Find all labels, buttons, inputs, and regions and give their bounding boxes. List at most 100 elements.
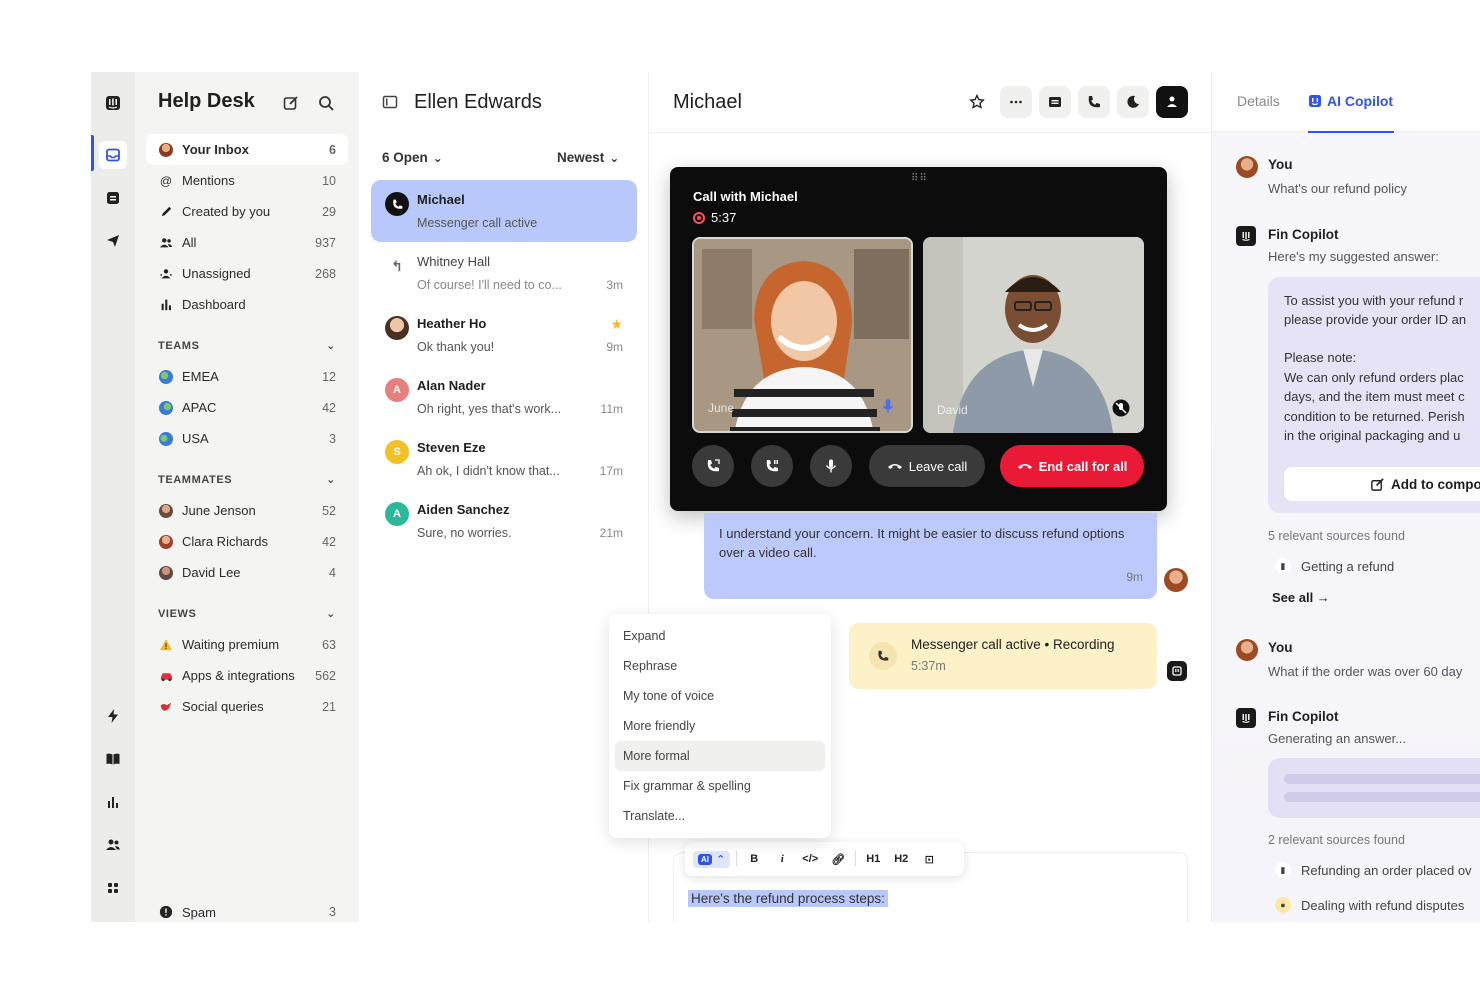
conversation-preview: Oh right, yes that's work...	[417, 402, 562, 416]
ticket-icon[interactable]	[99, 184, 127, 212]
end-call-for-all-button[interactable]: End call for all	[1000, 445, 1144, 487]
more-icon[interactable]	[1000, 86, 1032, 118]
sidebar-item-created-by-you[interactable]: Created by you 29	[146, 196, 348, 227]
source-link[interactable]: ▮ Getting a refund	[1275, 558, 1394, 574]
source-link[interactable]: ▮ Refunding an order placed ov	[1275, 862, 1472, 878]
mute-button[interactable]	[810, 445, 852, 487]
sidebar-item-team-usa[interactable]: USA 3	[146, 423, 348, 454]
conversation-preview: Ok thank you!	[417, 340, 495, 354]
menu-item-expand[interactable]: Expand	[615, 621, 825, 651]
sidebar-item-your-inbox[interactable]: Your Inbox 6	[146, 134, 348, 165]
sidebar-item-dashboard[interactable]: Dashboard	[146, 289, 348, 320]
bolt-icon[interactable]	[99, 702, 127, 730]
sidebar-item-spam[interactable]: Spam 3	[146, 898, 348, 922]
add-to-composer-button[interactable]: Add to compo	[1284, 467, 1480, 501]
heading-2-button[interactable]: H2	[890, 853, 912, 865]
apps-icon[interactable]	[99, 874, 127, 902]
section-label: TEAMS	[158, 339, 200, 352]
book-icon[interactable]	[99, 745, 127, 773]
ticket-icon[interactable]	[1039, 86, 1071, 118]
message-author: Fin Copilot	[1268, 709, 1339, 724]
conversation-item[interactable]: Michael Messenger call active	[371, 180, 637, 242]
see-all-link[interactable]: See all →	[1272, 590, 1330, 605]
search-icon[interactable]	[317, 94, 335, 112]
sidebar-item-all[interactable]: All 937	[146, 227, 348, 258]
section-teammates[interactable]: TEAMMATES ⌄	[146, 464, 348, 495]
sidebar-item-teammate[interactable]: Clara Richards 42	[146, 526, 348, 557]
section-views[interactable]: VIEWS ⌄	[146, 598, 348, 629]
source-link[interactable]: ● Dealing with refund disputes	[1275, 897, 1464, 913]
sidebar-item-mentions[interactable]: @ Mentions 10	[146, 165, 348, 196]
article-icon: ▮	[1275, 558, 1291, 574]
app-logo-icon[interactable]	[99, 89, 127, 117]
sidebar-item-label: Social queries	[182, 699, 264, 714]
code-icon[interactable]: </>	[799, 853, 821, 865]
bot-icon	[1167, 661, 1187, 681]
message-text: I understand your concern. It might be e…	[719, 526, 1125, 560]
sidebar-item-view[interactable]: Apps & integrations 562	[146, 660, 348, 691]
sidebar-item-team-emea[interactable]: EMEA 12	[146, 361, 348, 392]
composer-selected-text[interactable]: Here's the refund process steps:	[688, 890, 888, 907]
sidebar-item-teammate[interactable]: June Jenson 52	[146, 495, 348, 526]
menu-item-fix-grammar[interactable]: Fix grammar & spelling	[615, 771, 825, 801]
inbox-icon[interactable]	[99, 141, 127, 169]
conversation-item[interactable]: ↰ Whitney Hall Of course! I'll need to c…	[371, 242, 637, 304]
source-title: Refunding an order placed ov	[1301, 862, 1472, 878]
participant-name: David	[937, 403, 968, 417]
section-teams[interactable]: TEAMS ⌄	[146, 330, 348, 361]
panel-toggle-icon[interactable]	[382, 94, 398, 110]
generating-status: Generating an answer...	[1268, 731, 1407, 746]
sidebar-nav: Your Inbox 6 @ Mentions 10 Created by yo…	[146, 134, 348, 722]
menu-item-rephrase[interactable]: Rephrase	[615, 651, 825, 681]
chevron-up-icon: ⌃	[716, 853, 726, 866]
conversation-item[interactable]: A Alan Nader Oh right, yes that's work..…	[371, 366, 637, 428]
assign-icon[interactable]	[1156, 86, 1188, 118]
link-icon[interactable]: 🔗︎	[827, 853, 849, 866]
message-author: Fin Copilot	[1268, 227, 1339, 242]
fin-logo-icon	[1236, 226, 1256, 246]
conversation-list: Ellen Edwards 6 Open ⌄ Newest ⌄ Michael …	[359, 72, 649, 922]
heading-1-button[interactable]: H1	[862, 853, 884, 865]
menu-item-translate[interactable]: Translate...	[615, 801, 825, 831]
snooze-icon[interactable]	[1117, 86, 1149, 118]
menu-item-my-tone[interactable]: My tone of voice	[615, 681, 825, 711]
send-icon[interactable]	[99, 227, 127, 255]
sidebar-item-team-apac[interactable]: APAC 42	[146, 392, 348, 423]
hold-call-button[interactable]	[751, 445, 793, 487]
video-tile[interactable]: David	[923, 237, 1144, 433]
transfer-call-button[interactable]	[692, 445, 734, 487]
conversation-item[interactable]: Heather Ho ★ Ok thank you! 9m	[371, 304, 637, 366]
drag-handle-icon[interactable]: ⠿⠿	[911, 173, 928, 184]
star-icon[interactable]	[961, 86, 993, 118]
menu-item-more-friendly[interactable]: More friendly	[615, 711, 825, 741]
video-tile[interactable]: June	[692, 237, 913, 433]
sidebar-item-view[interactable]: Social queries 21	[146, 691, 348, 722]
menu-item-more-formal[interactable]: More formal	[615, 741, 825, 771]
sort-filter[interactable]: Newest ⌄	[557, 150, 619, 165]
sidebar-item-unassigned[interactable]: Unassigned 268	[146, 258, 348, 289]
sidebar-item-view[interactable]: Waiting premium 63	[146, 629, 348, 660]
compose-icon[interactable]	[282, 94, 300, 112]
sidebar-item-teammate[interactable]: David Lee 4	[146, 557, 348, 588]
call-timer: 5:37	[693, 210, 736, 225]
tab-details[interactable]: Details	[1237, 93, 1280, 109]
suggested-answer-card: To assist you with your refund r please …	[1268, 277, 1480, 513]
conversation-item[interactable]: A Aiden Sanchez Sure, no worries. 21m	[371, 490, 637, 552]
tab-ai-copilot[interactable]: AI Copilot	[1308, 93, 1393, 109]
insert-icon[interactable]: ⊡	[918, 853, 940, 866]
contacts-icon[interactable]	[99, 831, 127, 859]
sidebar-item-label: Clara Richards	[182, 534, 268, 549]
copilot-tabs: Details AI Copilot	[1212, 72, 1480, 133]
pencil-icon	[158, 204, 174, 220]
phone-icon[interactable]	[1078, 86, 1110, 118]
reports-icon[interactable]	[99, 788, 127, 816]
ai-assist-button[interactable]: AI ⌃	[693, 850, 731, 868]
conversation-item[interactable]: S Steven Eze Ah ok, I didn't know that..…	[371, 428, 637, 490]
italic-icon[interactable]: i	[771, 853, 793, 865]
conversation-view: Michael ⠿⠿ Call with Michael 5:37 June D…	[609, 72, 1211, 922]
leave-call-button[interactable]: Leave call	[869, 445, 985, 487]
status-filter[interactable]: 6 Open ⌄	[382, 150, 443, 165]
chevron-down-icon: ⌄	[326, 474, 336, 486]
bold-icon[interactable]: B	[743, 853, 765, 865]
skeleton-bar	[1284, 774, 1480, 784]
